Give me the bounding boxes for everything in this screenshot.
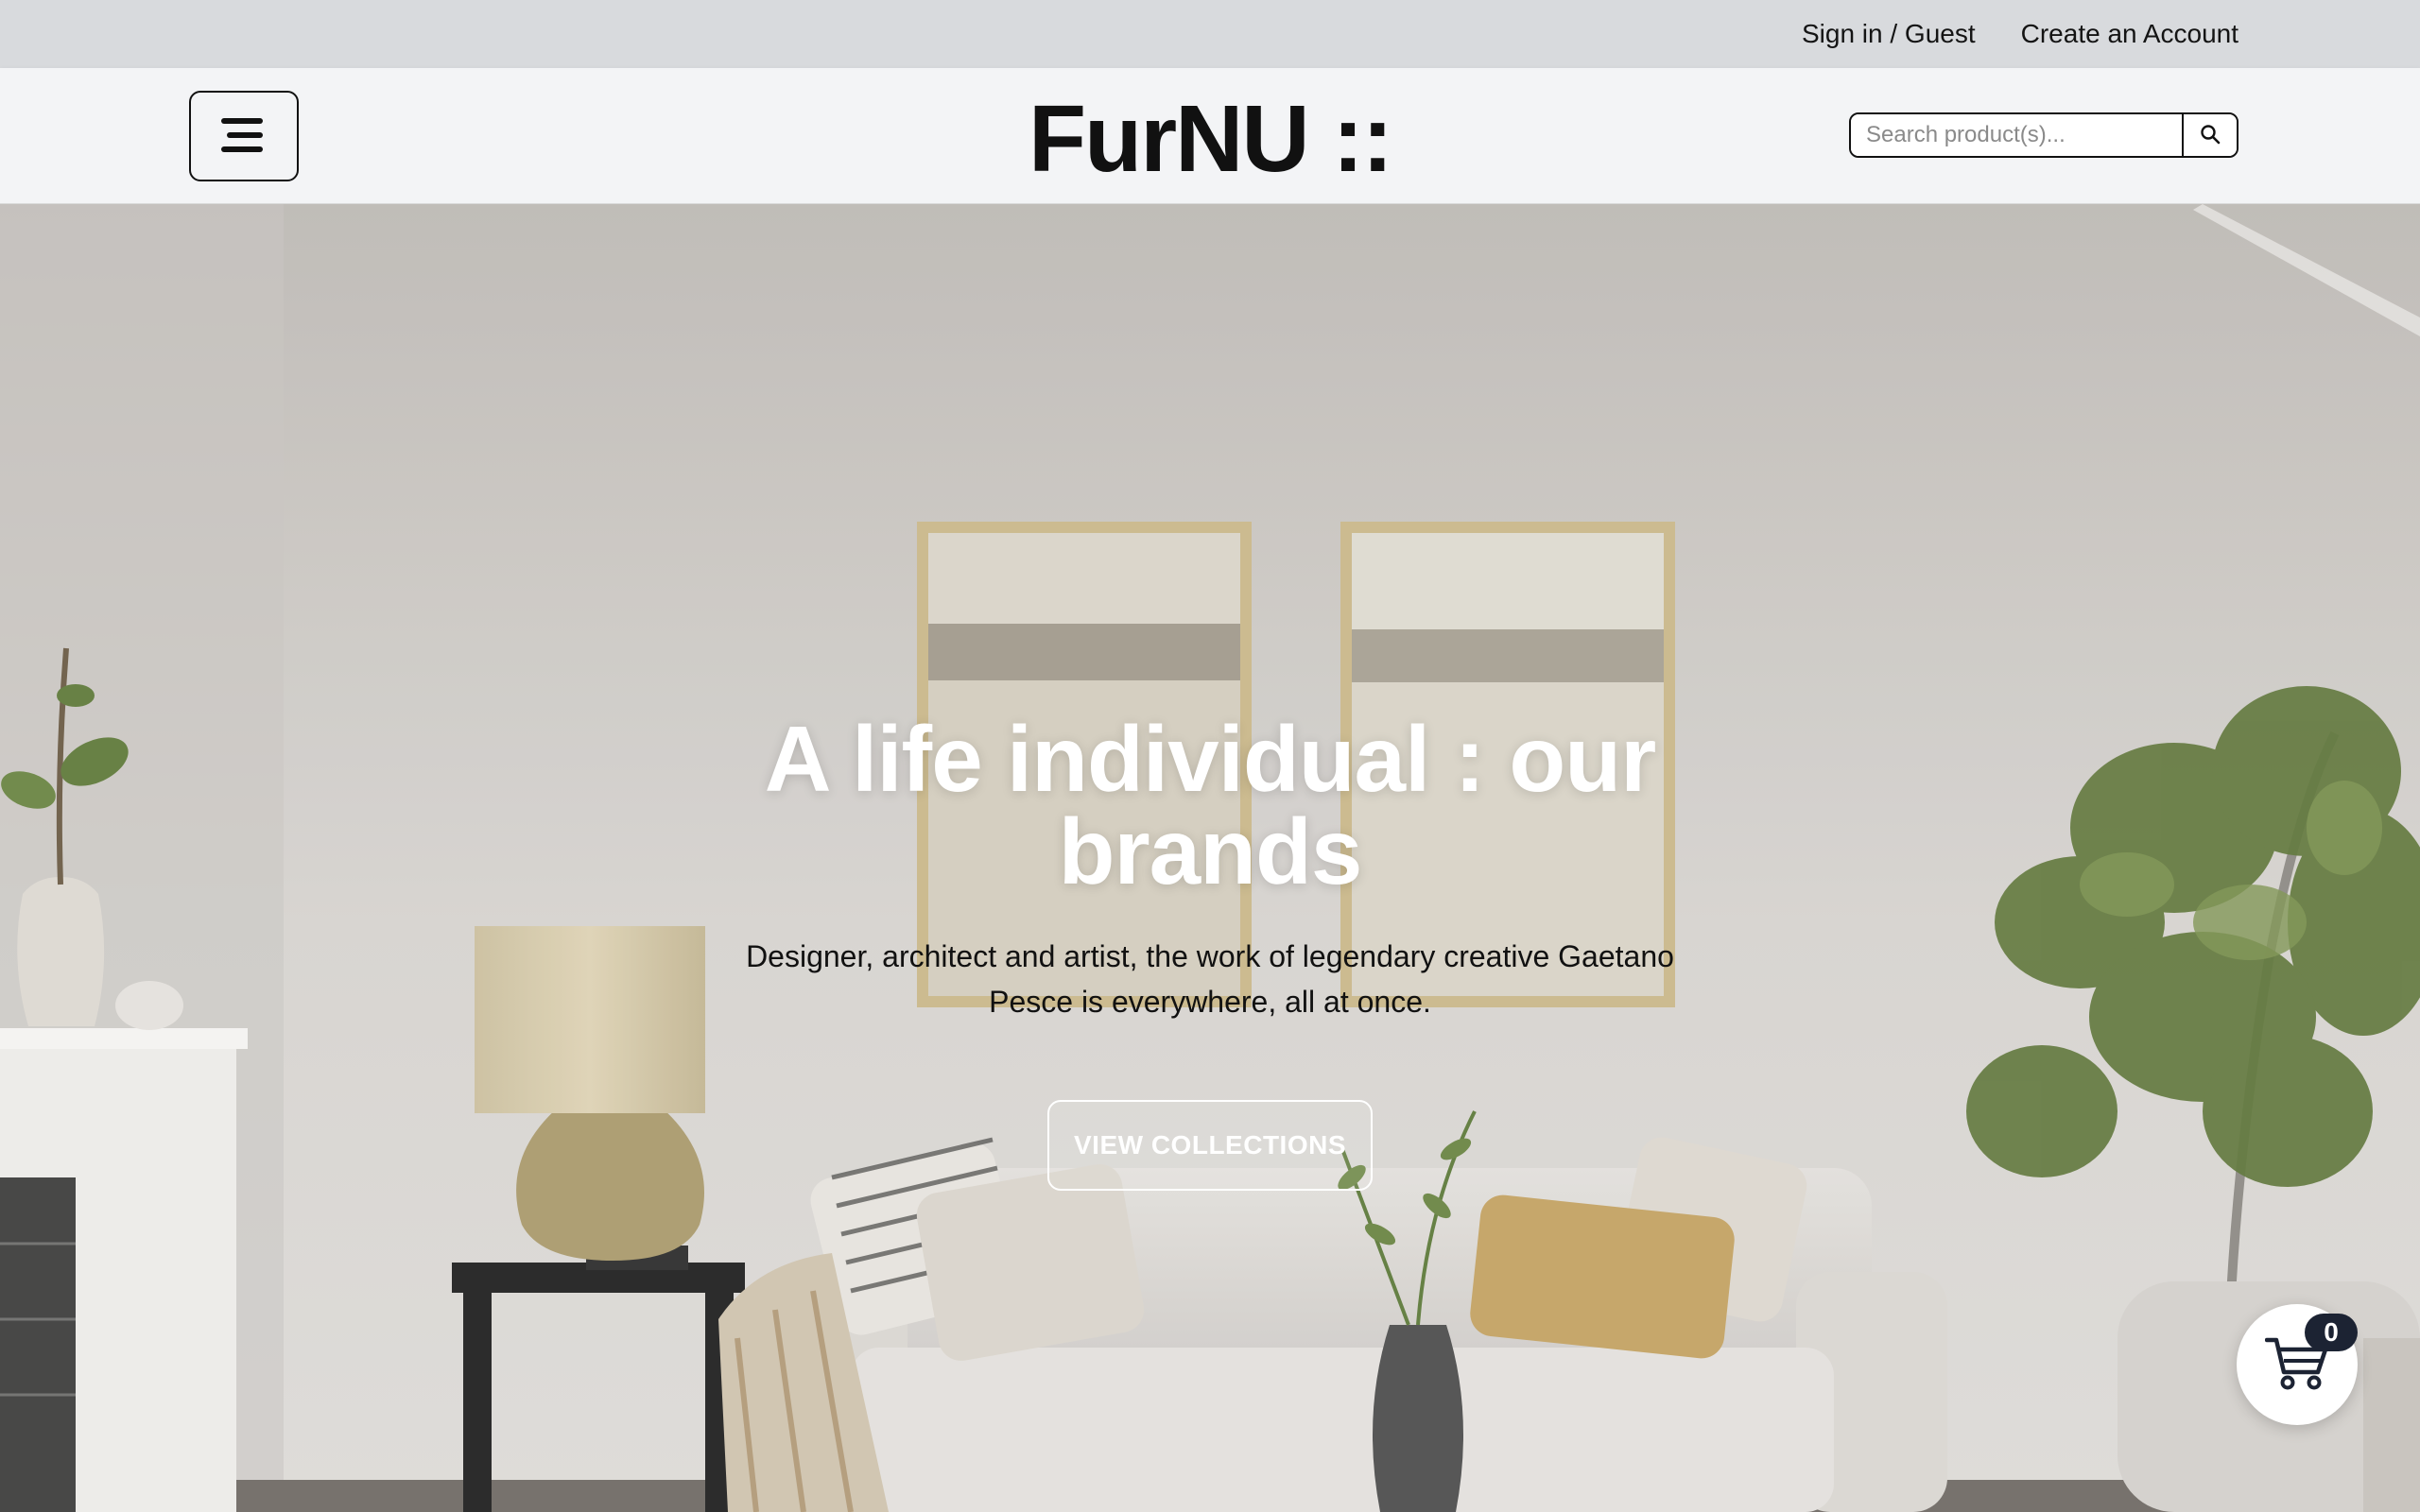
site-header: FurNU :: xyxy=(0,68,2420,204)
sign-in-link[interactable]: Sign in / Guest xyxy=(1802,19,1976,49)
hero-title: A life individual : our brands xyxy=(764,707,1657,903)
search-button[interactable] xyxy=(2182,114,2237,156)
hero-description: Designer, architect and artist, the work… xyxy=(746,939,1674,1019)
search-icon xyxy=(2200,124,2221,147)
create-account-link[interactable]: Create an Account xyxy=(2021,19,2238,49)
cart-count-badge: 0 xyxy=(2305,1314,2358,1351)
top-utility-bar: Sign in / Guest Create an Account xyxy=(0,0,2420,68)
search-input[interactable] xyxy=(1851,114,2182,156)
hero-banner: A life individual : our brands Designer,… xyxy=(0,204,2420,1512)
search-form xyxy=(1849,112,2238,158)
view-collections-button[interactable]: VIEW COLLECTIONS xyxy=(1047,1100,1373,1191)
